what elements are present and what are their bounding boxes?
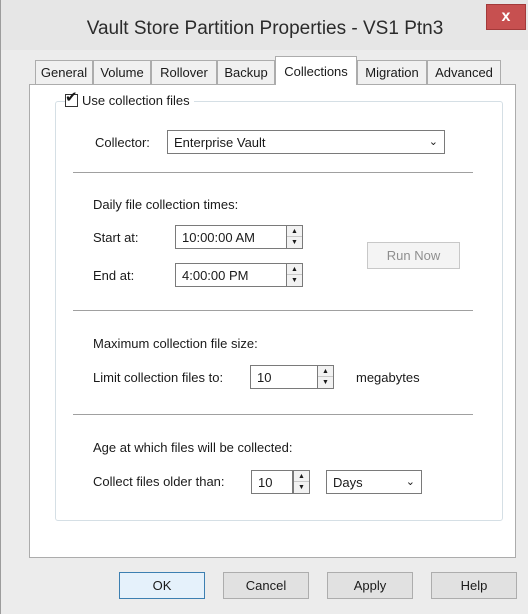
limit-size-input[interactable]: 10 — [250, 365, 318, 389]
tab-collections[interactable]: Collections — [275, 56, 357, 85]
checkmark-icon: ✔ — [65, 89, 78, 106]
age-unit-select[interactable]: Days ⌄ — [326, 470, 422, 494]
age-value-input[interactable]: 10 — [251, 470, 293, 494]
apply-label: Apply — [353, 578, 387, 593]
tab-label: Backup — [224, 65, 268, 80]
max-size-heading: Maximum collection file size: — [93, 336, 258, 351]
triangle-down-icon[interactable]: ▼ — [294, 482, 309, 493]
tab-label: Migration — [365, 65, 419, 80]
triangle-up-icon[interactable]: ▲ — [294, 471, 309, 482]
older-than-label: Collect files older than: — [93, 474, 225, 489]
end-time-value: 4:00:00 PM — [182, 267, 249, 283]
tab-rollover[interactable]: Rollover — [151, 60, 217, 84]
dialog-window: Vault Store Partition Properties - VS1 P… — [0, 0, 528, 614]
divider — [73, 172, 473, 173]
tab-backup[interactable]: Backup — [217, 60, 275, 84]
start-time-input[interactable]: 10:00:00 AM — [175, 225, 287, 249]
megabytes-label: megabytes — [356, 370, 420, 385]
end-time-spinner[interactable]: ▲ ▼ — [286, 263, 303, 287]
run-now-button[interactable]: Run Now — [367, 242, 460, 269]
use-collection-files-checkbox[interactable]: ✔ Use collection files — [65, 90, 194, 108]
triangle-up-icon[interactable]: ▲ — [318, 366, 333, 377]
tab-label: Collections — [284, 63, 348, 79]
collector-value: Enterprise Vault — [174, 134, 266, 150]
window-title: Vault Store Partition Properties - VS1 P… — [86, 18, 444, 39]
tab-label: Volume — [100, 65, 144, 80]
age-heading: Age at which files will be collected: — [93, 440, 293, 455]
tab-label: General — [40, 65, 88, 80]
help-button[interactable]: Help — [431, 572, 517, 599]
title-bar[interactable]: Vault Store Partition Properties - VS1 P… — [1, 0, 528, 50]
daily-times-heading: Daily file collection times: — [93, 197, 239, 212]
tab-migration[interactable]: Migration — [357, 60, 427, 84]
tab-label: Advanced — [435, 65, 493, 80]
divider — [73, 310, 473, 311]
tab-volume[interactable]: Volume — [93, 60, 151, 84]
run-now-label: Run Now — [386, 248, 441, 263]
limit-size-spinner[interactable]: ▲ ▼ — [317, 365, 334, 389]
tab-general[interactable]: General — [35, 60, 93, 84]
collection-files-group — [55, 101, 503, 521]
tab-advanced[interactable]: Advanced — [427, 60, 501, 84]
limit-label: Limit collection files to: — [93, 370, 224, 385]
start-at-label: Start at: — [93, 230, 139, 245]
ok-button[interactable]: OK — [119, 572, 205, 599]
checkbox-box[interactable]: ✔ — [65, 90, 78, 107]
apply-button[interactable]: Apply — [327, 572, 413, 599]
age-unit-value: Days — [333, 474, 363, 490]
triangle-up-icon[interactable]: ▲ — [287, 264, 302, 275]
close-button[interactable]: x — [486, 4, 526, 30]
start-time-spinner[interactable]: ▲ ▼ — [286, 225, 303, 249]
collector-label: Collector: — [95, 135, 150, 150]
ok-label: OK — [152, 578, 172, 593]
triangle-down-icon[interactable]: ▼ — [318, 377, 333, 388]
age-value: 10 — [258, 474, 273, 490]
cancel-button[interactable]: Cancel — [223, 572, 309, 599]
divider — [73, 414, 473, 415]
close-icon: x — [501, 8, 511, 25]
triangle-up-icon[interactable]: ▲ — [287, 226, 302, 237]
end-at-label: End at: — [93, 268, 135, 283]
chevron-down-icon: ⌄ — [405, 476, 415, 488]
use-collection-files-label: Use collection files — [82, 93, 190, 108]
tab-label: Rollover — [160, 65, 208, 80]
cancel-label: Cancel — [245, 578, 287, 593]
triangle-down-icon[interactable]: ▼ — [287, 275, 302, 286]
limit-size-value: 10 — [257, 369, 272, 385]
age-value-spinner[interactable]: ▲ ▼ — [293, 470, 310, 494]
end-time-input[interactable]: 4:00:00 PM — [175, 263, 287, 287]
collections-panel: ✔ Use collection files Collector: Enterp… — [29, 84, 516, 558]
chevron-down-icon: ⌄ — [428, 136, 438, 148]
start-time-value: 10:00:00 AM — [182, 229, 255, 245]
triangle-down-icon[interactable]: ▼ — [287, 237, 302, 248]
collector-select[interactable]: Enterprise Vault ⌄ — [167, 130, 445, 154]
help-label: Help — [460, 578, 488, 593]
